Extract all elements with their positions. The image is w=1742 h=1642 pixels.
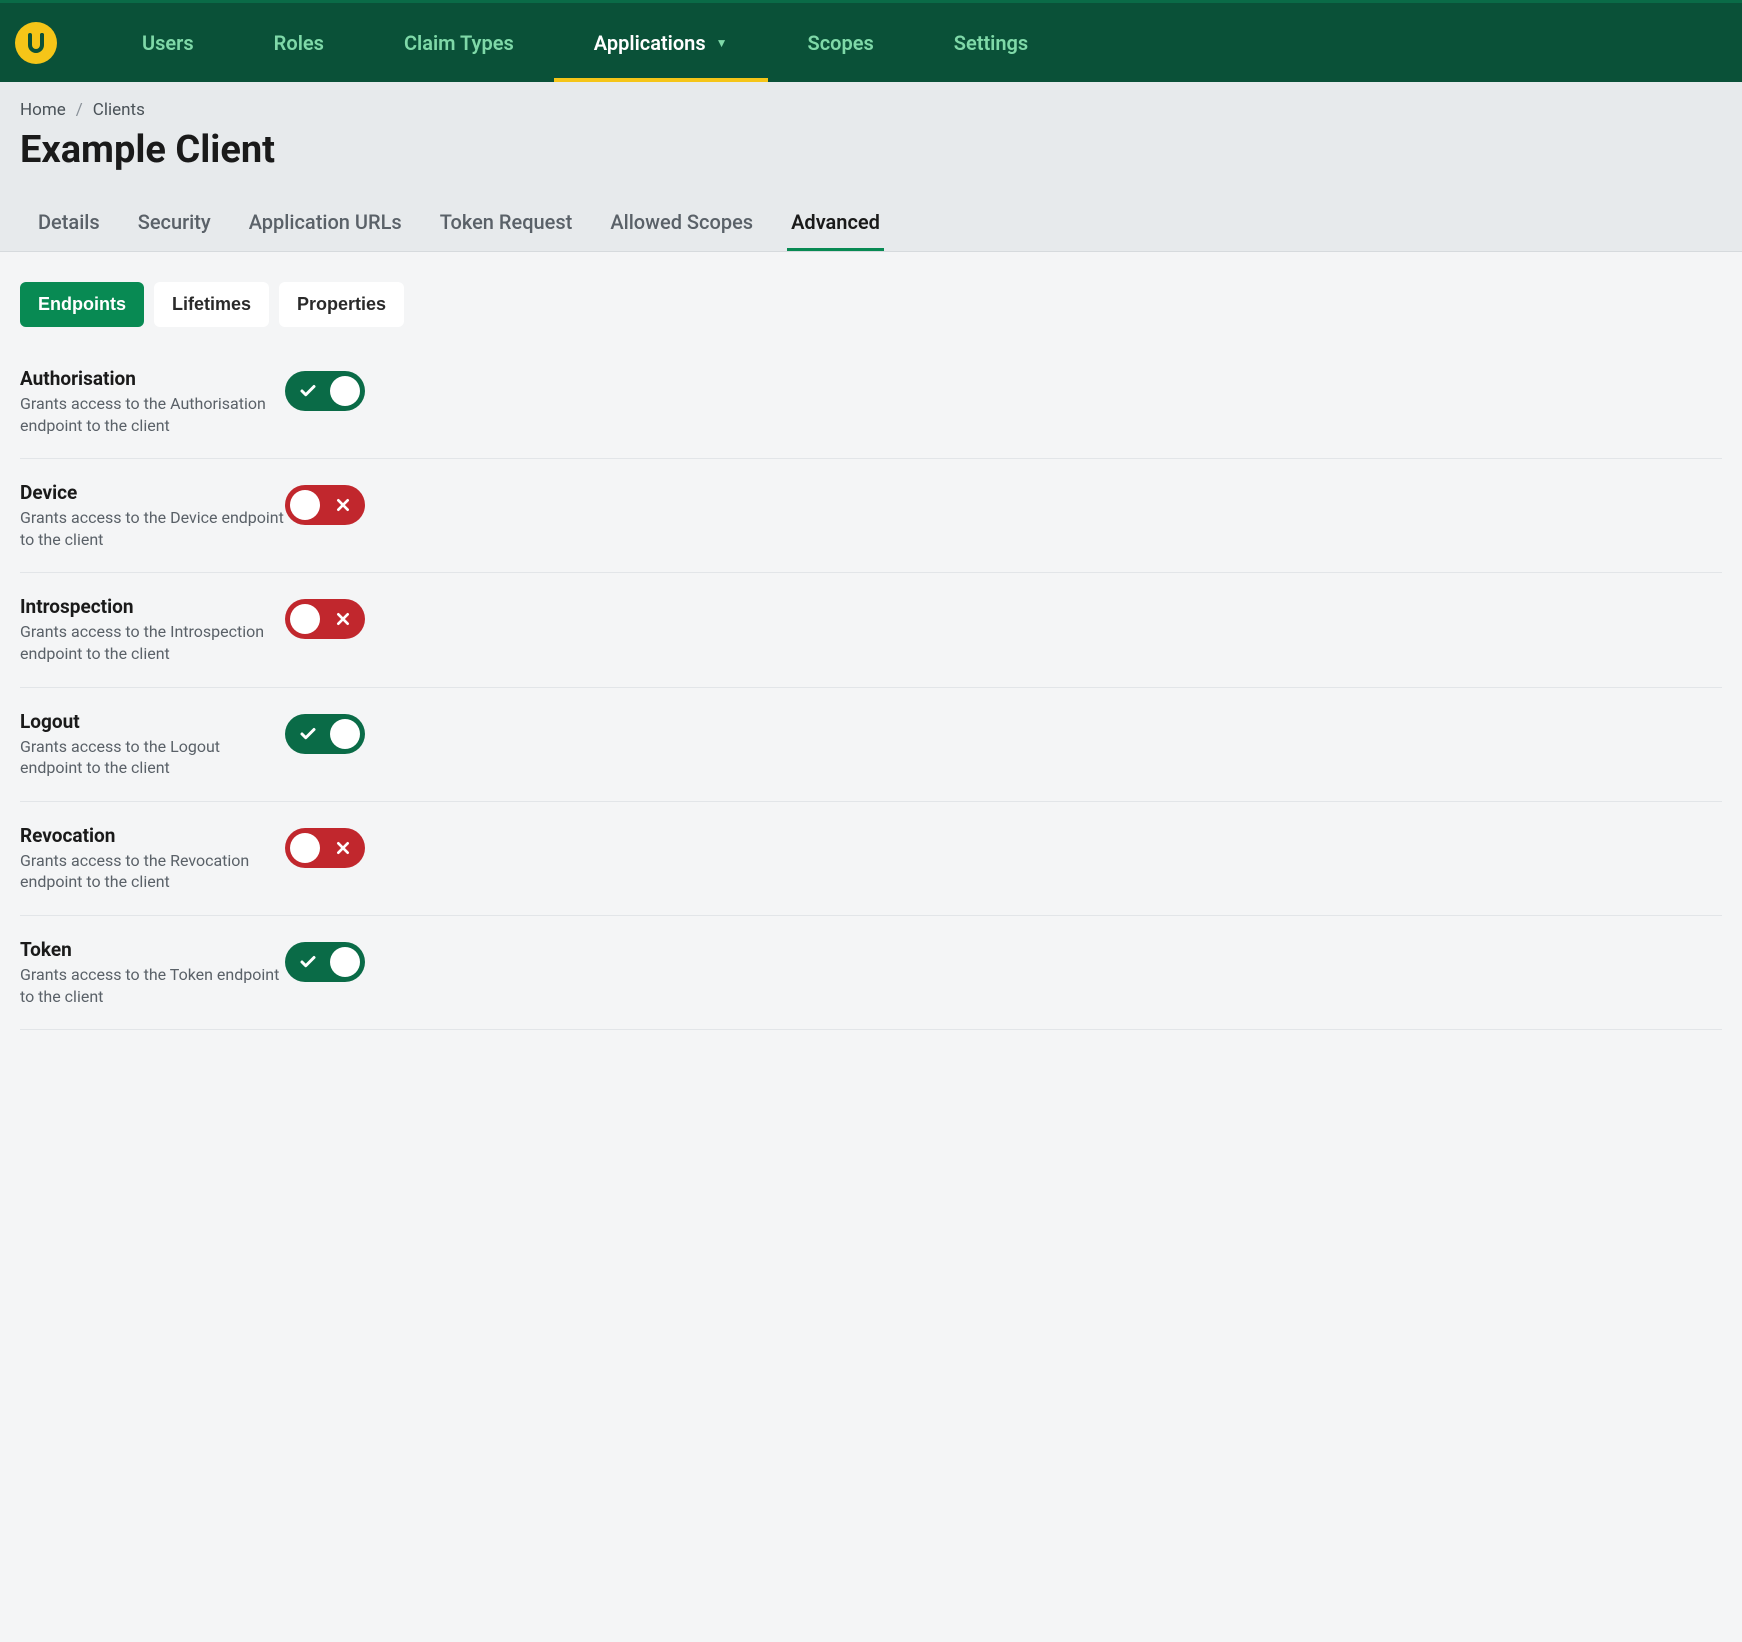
toggle-logout[interactable] <box>285 714 365 754</box>
tab-allowed-scopes[interactable]: Allowed Scopes <box>606 196 757 251</box>
check-icon <box>299 382 317 400</box>
nav-item-label: Settings <box>954 31 1028 55</box>
x-icon <box>335 611 351 627</box>
page-title: Example Client <box>20 128 1722 172</box>
tab-application-urls[interactable]: Application URLs <box>245 196 406 251</box>
check-icon <box>299 725 317 743</box>
nav-item-label: Claim Types <box>404 31 514 55</box>
logo[interactable] <box>15 22 57 64</box>
setting-label: Device <box>20 481 285 504</box>
setting-row-introspection: Introspection Grants access to the Intros… <box>20 573 1722 687</box>
chevron-down-icon: ▼ <box>716 36 728 50</box>
settings-list: Authorisation Grants access to the Author… <box>20 367 1722 1030</box>
toggle-knob <box>330 376 360 406</box>
setting-text: Logout Grants access to the Logout endpoi… <box>20 710 285 779</box>
setting-description: Grants access to the Authorisation endpo… <box>20 393 285 436</box>
setting-row-token: Token Grants access to the Token endpoint… <box>20 916 1722 1030</box>
setting-description: Grants access to the Token endpoint to t… <box>20 964 285 1007</box>
tab-details[interactable]: Details <box>34 196 104 251</box>
setting-description: Grants access to the Device endpoint to … <box>20 507 285 550</box>
pill-endpoints[interactable]: Endpoints <box>20 282 144 327</box>
nav-item-scopes[interactable]: Scopes <box>768 3 914 82</box>
nav-items: Users Roles Claim Types Applications ▼ Scopes… <box>102 3 1068 82</box>
setting-text: Token Grants access to the Token endpoint… <box>20 938 285 1007</box>
setting-description: Grants access to the Revocation endpoint… <box>20 850 285 893</box>
tab-advanced[interactable]: Advanced <box>787 196 884 251</box>
setting-label: Revocation <box>20 824 285 847</box>
toggle-token[interactable] <box>285 942 365 982</box>
setting-text: Device Grants access to the Device endpoi… <box>20 481 285 550</box>
nav-item-label: Users <box>142 31 194 55</box>
setting-row-revocation: Revocation Grants access to the Revocatio… <box>20 802 1722 916</box>
tabs: Details Security Application URLs Token Req… <box>20 196 1722 251</box>
content: EndpointsLifetimesProperties Authorisati… <box>0 252 1742 1060</box>
breadcrumb-home[interactable]: Home <box>20 100 66 120</box>
nav-item-label: Applications <box>594 31 706 55</box>
page-header: Home / Clients Example Client Details Sec… <box>0 82 1742 252</box>
setting-row-logout: Logout Grants access to the Logout endpoi… <box>20 688 1722 802</box>
toggle-authorisation[interactable] <box>285 371 365 411</box>
top-nav: Users Roles Claim Types Applications ▼ Scopes… <box>0 0 1742 82</box>
nav-item-users[interactable]: Users <box>102 3 234 82</box>
setting-description: Grants access to the Logout endpoint to … <box>20 736 285 779</box>
nav-item-applications[interactable]: Applications ▼ <box>554 3 768 82</box>
check-icon <box>299 953 317 971</box>
toggle-device[interactable] <box>285 485 365 525</box>
setting-label: Introspection <box>20 595 285 618</box>
x-icon <box>335 840 351 856</box>
pill-lifetimes[interactable]: Lifetimes <box>154 282 269 327</box>
nav-item-settings[interactable]: Settings <box>914 3 1068 82</box>
nav-item-roles[interactable]: Roles <box>234 3 364 82</box>
setting-row-device: Device Grants access to the Device endpoi… <box>20 459 1722 573</box>
toggle-knob <box>290 833 320 863</box>
setting-text: Introspection Grants access to the Intros… <box>20 595 285 664</box>
toggle-knob <box>330 947 360 977</box>
setting-text: Authorisation Grants access to the Author… <box>20 367 285 436</box>
nav-item-claim-types[interactable]: Claim Types <box>364 3 554 82</box>
setting-label: Logout <box>20 710 285 733</box>
breadcrumb-separator: / <box>76 100 83 120</box>
toggle-revocation[interactable] <box>285 828 365 868</box>
nav-item-label: Scopes <box>808 31 874 55</box>
toggle-knob <box>290 490 320 520</box>
setting-text: Revocation Grants access to the Revocatio… <box>20 824 285 893</box>
breadcrumb: Home / Clients <box>20 100 1722 120</box>
nav-item-label: Roles <box>274 31 324 55</box>
logo-icon <box>24 31 48 55</box>
toggle-knob <box>330 719 360 749</box>
x-icon <box>335 497 351 513</box>
pill-properties[interactable]: Properties <box>279 282 404 327</box>
tab-token-request[interactable]: Token Request <box>436 196 577 251</box>
breadcrumb-clients[interactable]: Clients <box>93 100 145 120</box>
setting-description: Grants access to the Introspection endpo… <box>20 621 285 664</box>
setting-row-authorisation: Authorisation Grants access to the Author… <box>20 367 1722 459</box>
setting-label: Authorisation <box>20 367 285 390</box>
toggle-knob <box>290 604 320 634</box>
setting-label: Token <box>20 938 285 961</box>
toggle-introspection[interactable] <box>285 599 365 639</box>
pill-group: EndpointsLifetimesProperties <box>20 282 1722 327</box>
tab-security[interactable]: Security <box>134 196 215 251</box>
